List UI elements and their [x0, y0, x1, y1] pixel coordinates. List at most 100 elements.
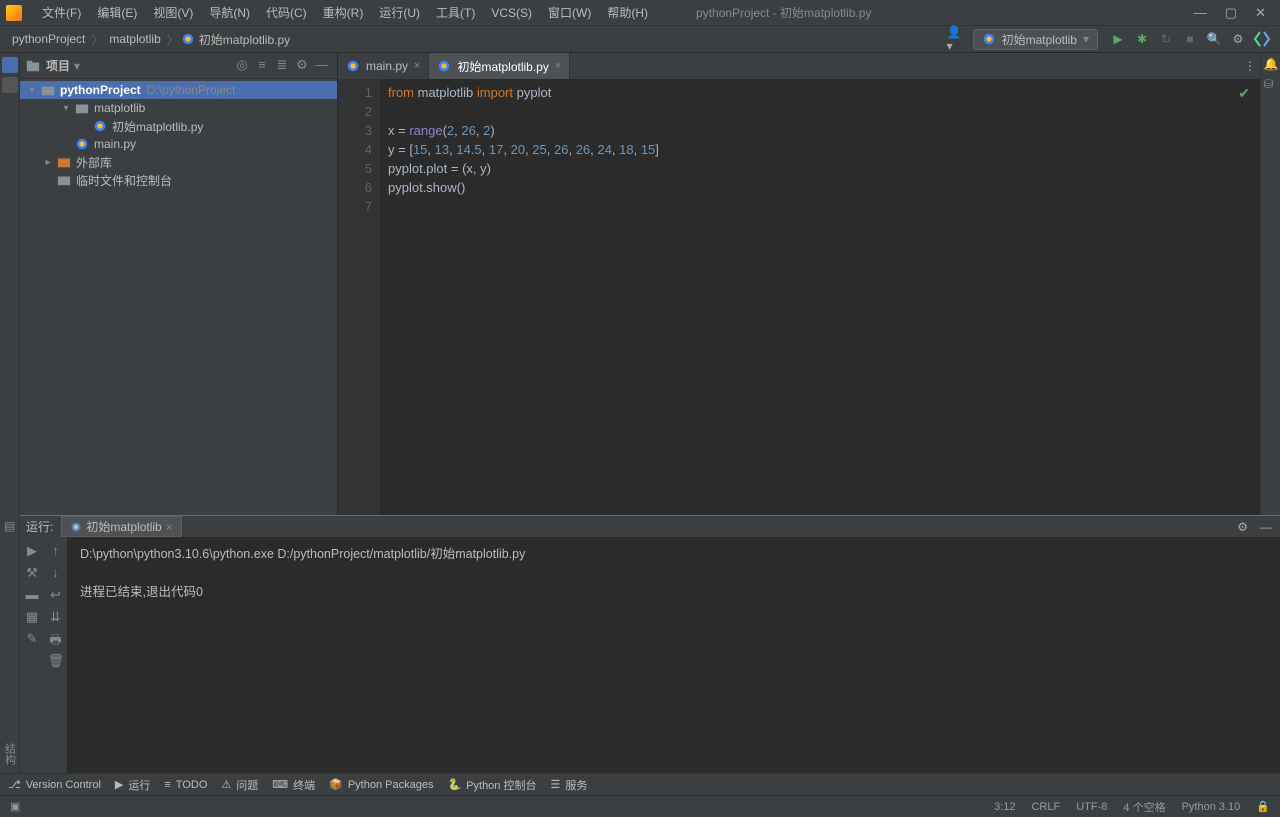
layout-icon[interactable]: ▦: [24, 609, 40, 625]
play-icon: ▶: [115, 778, 123, 791]
hide-icon[interactable]: —: [313, 57, 331, 75]
breadcrumb[interactable]: 初始matplotlib.py: [195, 31, 294, 48]
run-output[interactable]: D:\python\python3.10.6\python.exe D:/pyt…: [68, 537, 1280, 773]
run-button[interactable]: ▶: [1108, 29, 1128, 49]
scroll-to-end-icon[interactable]: ⇊: [48, 609, 64, 625]
down-icon[interactable]: ↓: [48, 565, 64, 581]
chevron-down-icon[interactable]: ▾: [74, 59, 80, 73]
project-tool-icon[interactable]: [2, 57, 18, 73]
chevron-icon[interactable]: ▾: [58, 103, 74, 114]
locate-icon[interactable]: ◎: [233, 57, 251, 75]
tree-item[interactable]: 临时文件和控制台: [20, 171, 337, 189]
check-icon[interactable]: ✔: [1238, 85, 1250, 102]
folder-icon: [40, 82, 56, 98]
tree-item[interactable]: 初始matplotlib.py: [20, 117, 337, 135]
tree-item-label: 初始matplotlib.py: [112, 118, 203, 135]
encoding[interactable]: UTF-8: [1076, 801, 1107, 813]
close-icon[interactable]: ×: [166, 520, 173, 534]
tab-label: main.py: [366, 59, 408, 73]
left-tool-strip: [0, 53, 20, 515]
run-configuration-dropdown[interactable]: 初始matplotlib ▾: [973, 29, 1098, 50]
collapse-all-icon[interactable]: ≣: [273, 57, 291, 75]
todo-button[interactable]: ≡TODO: [164, 779, 207, 791]
menu-help[interactable]: 帮助(H): [599, 2, 656, 23]
cursor-position[interactable]: 3:12: [994, 801, 1015, 813]
tree-root[interactable]: ▾ pythonProject D:\pythonProject: [20, 81, 337, 99]
tree-item[interactable]: ▾matplotlib: [20, 99, 337, 117]
tree-item-label: 临时文件和控制台: [76, 172, 172, 189]
menu-code[interactable]: 代码(C): [258, 2, 315, 23]
close-button[interactable]: ✕: [1255, 5, 1266, 21]
stop-button[interactable]: ⚒: [24, 565, 40, 581]
tree-item[interactable]: main.py: [20, 135, 337, 153]
minimize-button[interactable]: —: [1194, 5, 1207, 21]
line-separator[interactable]: CRLF: [1031, 801, 1060, 813]
settings-icon[interactable]: ⚙: [1228, 29, 1248, 49]
bookmarks-tool-icon[interactable]: [2, 77, 18, 93]
menu-vcs[interactable]: VCS(S): [483, 4, 540, 22]
interpreter[interactable]: Python 3.10: [1182, 801, 1241, 813]
code-editor[interactable]: from matplotlib import pyplot x = range(…: [380, 79, 1260, 515]
soft-wrap-icon[interactable]: ↩: [48, 587, 64, 603]
tool-windows-icon[interactable]: ▣: [10, 800, 20, 813]
up-icon[interactable]: ↑: [48, 543, 64, 559]
close-icon[interactable]: ×: [555, 60, 561, 72]
menu-navigate[interactable]: 导航(N): [201, 2, 258, 23]
expand-all-icon[interactable]: ≡: [253, 57, 271, 75]
menu-view[interactable]: 视图(V): [145, 2, 201, 23]
settings-icon[interactable]: ⚙: [293, 57, 311, 75]
problems-button[interactable]: ⚠问题: [221, 777, 258, 793]
run-left-strip: ▤ 结构: [0, 515, 20, 773]
run-coverage-button[interactable]: ↻: [1156, 29, 1176, 49]
breadcrumb[interactable]: pythonProject: [8, 32, 89, 46]
services-button[interactable]: ☰服务: [550, 777, 587, 793]
menu-edit[interactable]: 编辑(E): [89, 2, 145, 23]
structure-icon[interactable]: ▤: [4, 519, 15, 533]
settings-icon[interactable]: ⚙: [1235, 520, 1250, 534]
stop-button[interactable]: ■: [1180, 29, 1200, 49]
code-with-me-icon[interactable]: [1252, 29, 1272, 49]
database-icon[interactable]: ⛁: [1264, 77, 1278, 91]
indent[interactable]: 4 个空格: [1123, 799, 1165, 815]
print-icon[interactable]: 🖶: [48, 631, 64, 647]
lock-icon[interactable]: 🔒: [1256, 800, 1270, 813]
run-actions-col1: ▶ ⚒ ▬ ▦ ✎: [20, 537, 44, 773]
notifications-icon[interactable]: 🔔: [1264, 57, 1278, 71]
editor-tab[interactable]: main.py ×: [338, 53, 429, 79]
app-logo: [6, 5, 22, 21]
hide-icon[interactable]: —: [1258, 520, 1274, 534]
editor-tab[interactable]: 初始matplotlib.py×: [429, 53, 570, 79]
menu-refactor[interactable]: 重构(R): [315, 2, 372, 23]
clear-icon[interactable]: 🗑: [48, 653, 64, 669]
project-tree: ▾ pythonProject D:\pythonProject ▾matplo…: [20, 79, 337, 515]
chevron-down-icon[interactable]: ▾: [24, 85, 40, 96]
rerun-button[interactable]: ▶: [24, 543, 40, 559]
python-file-icon: [74, 136, 90, 152]
tabs-more-icon[interactable]: ⋮: [1240, 53, 1260, 79]
debug-button[interactable]: ✱: [1132, 29, 1152, 49]
pin-icon[interactable]: ✎: [24, 631, 40, 647]
tree-item[interactable]: ▸外部库: [20, 153, 337, 171]
run-tab-label: 初始matplotlib: [86, 518, 161, 535]
tree-item-label: main.py: [94, 137, 136, 151]
packages-button[interactable]: 📦Python Packages: [329, 778, 433, 791]
project-icon: [26, 59, 40, 73]
version-control-button[interactable]: ⎇Version Control: [8, 778, 101, 791]
chevron-icon[interactable]: ▸: [40, 157, 56, 168]
structure-label[interactable]: 结构: [2, 743, 18, 765]
menu-window[interactable]: 窗口(W): [540, 2, 599, 23]
terminal-button[interactable]: ⌨终端: [272, 777, 315, 793]
close-icon[interactable]: ×: [414, 60, 420, 72]
menu-run[interactable]: 运行(U): [371, 2, 428, 23]
run-tab[interactable]: 初始matplotlib ×: [61, 516, 181, 537]
run-tool-button[interactable]: ▶运行: [115, 777, 150, 793]
python-console-button[interactable]: 🐍Python 控制台: [447, 777, 536, 793]
pause-button[interactable]: ▬: [24, 587, 40, 603]
user-icon[interactable]: 👤▾: [947, 29, 967, 49]
search-icon[interactable]: 🔍: [1204, 29, 1224, 49]
menu-file[interactable]: 文件(F): [34, 2, 89, 23]
maximize-button[interactable]: ▢: [1225, 5, 1237, 21]
menu-tools[interactable]: 工具(T): [428, 2, 483, 23]
breadcrumb[interactable]: matplotlib: [105, 32, 164, 46]
editor-area: main.py×初始matplotlib.py× ⋮ 1234567 from …: [338, 53, 1260, 515]
